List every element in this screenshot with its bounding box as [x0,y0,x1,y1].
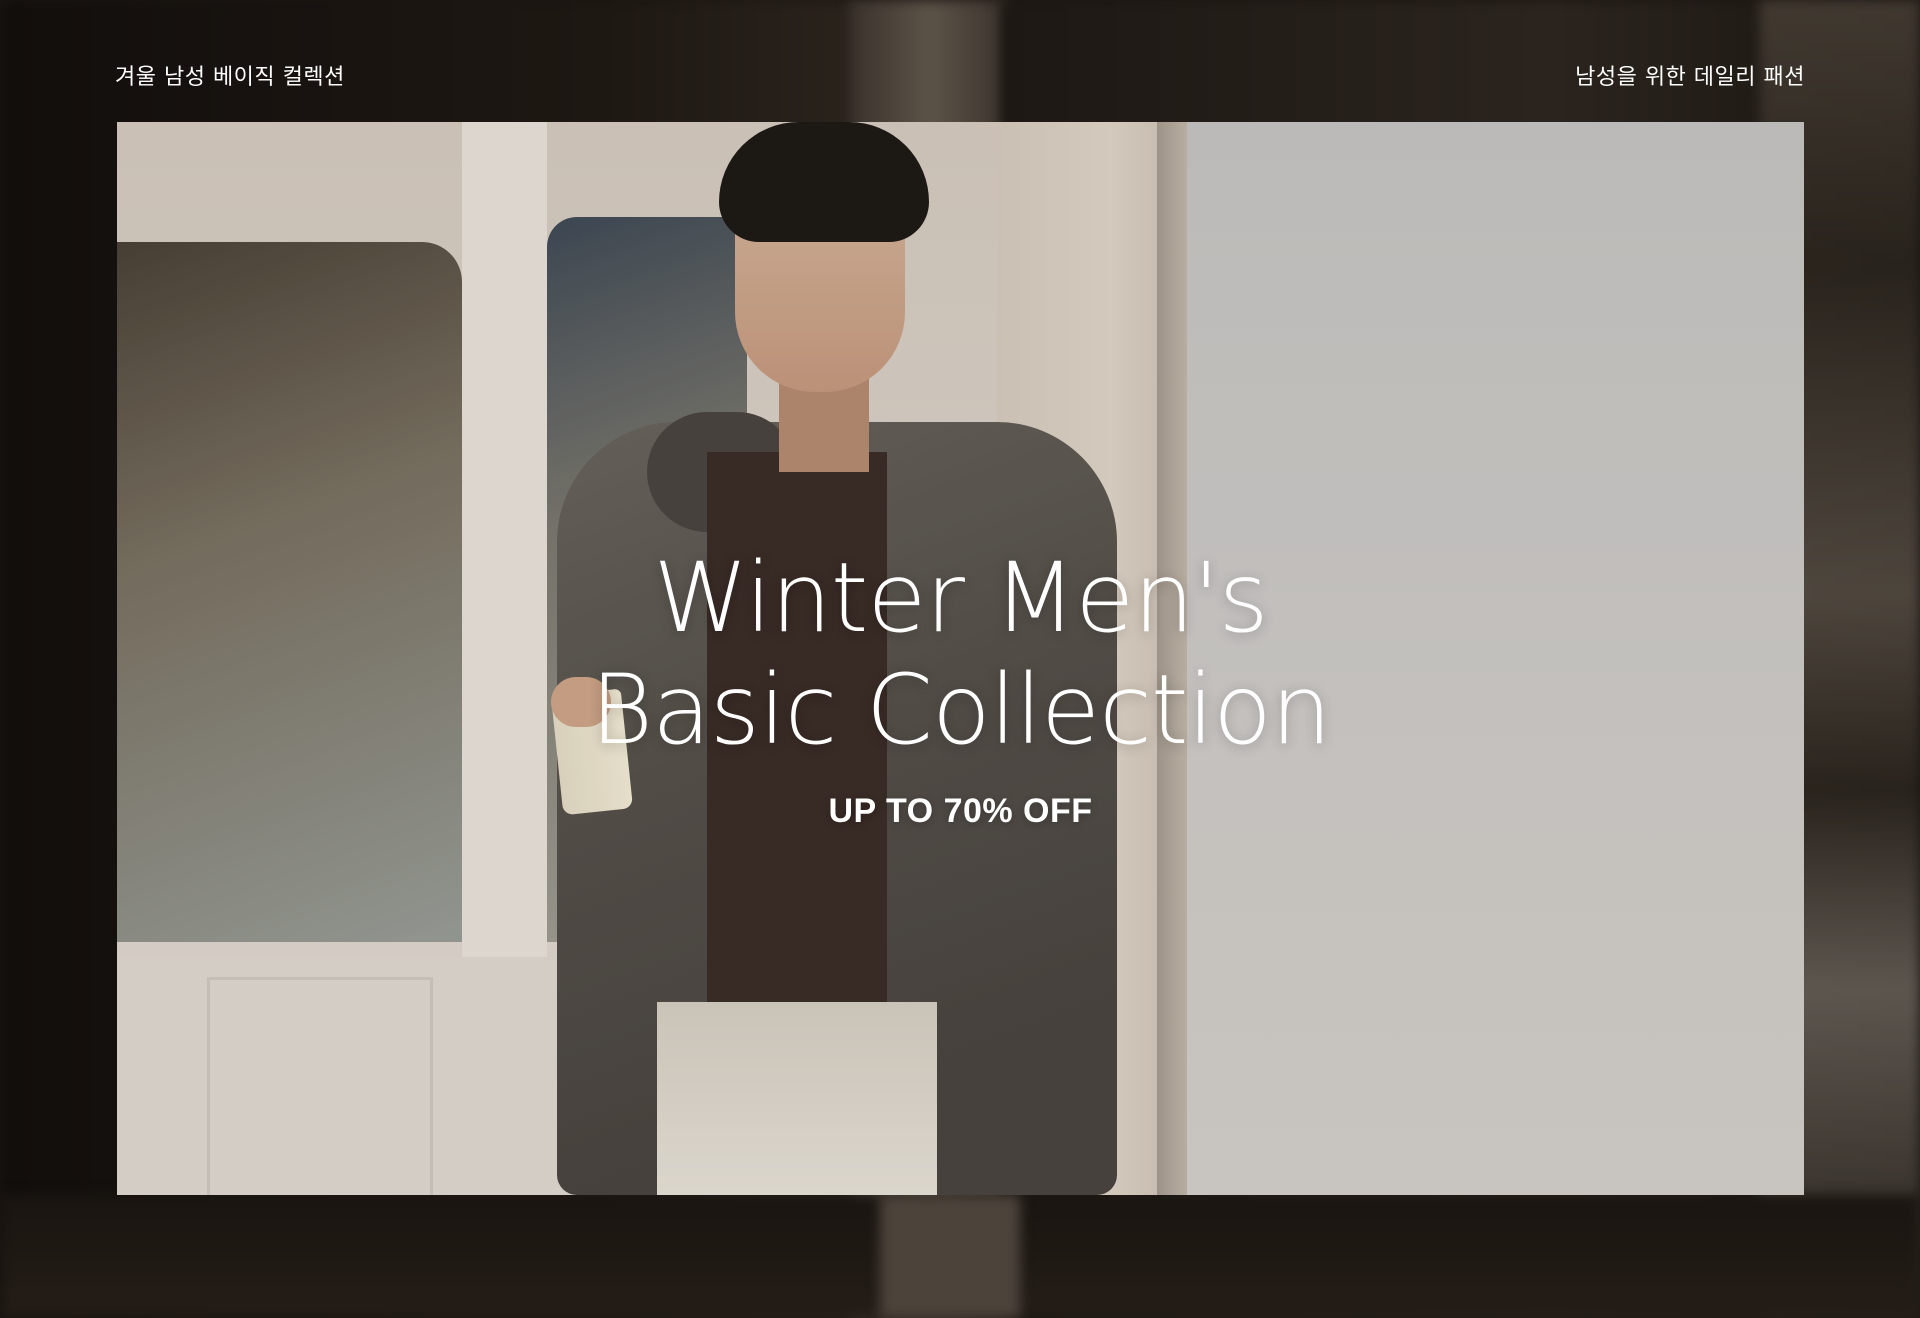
collection-label: 겨울 남성 베이직 컬렉션 [115,65,345,90]
tagline-label: 남성을 위한 데일리 패션 [1575,65,1805,90]
hero-banner[interactable]: Winter Men's Basic Collection UP TO 70% … [117,122,1804,1195]
hero-title-line2: Basic Collection [590,654,1332,766]
hero-title: Winter Men's Basic Collection [117,542,1804,766]
hero-title-line1: Winter Men's [653,542,1268,654]
hero-subtitle: UP TO 70% OFF [828,792,1093,830]
